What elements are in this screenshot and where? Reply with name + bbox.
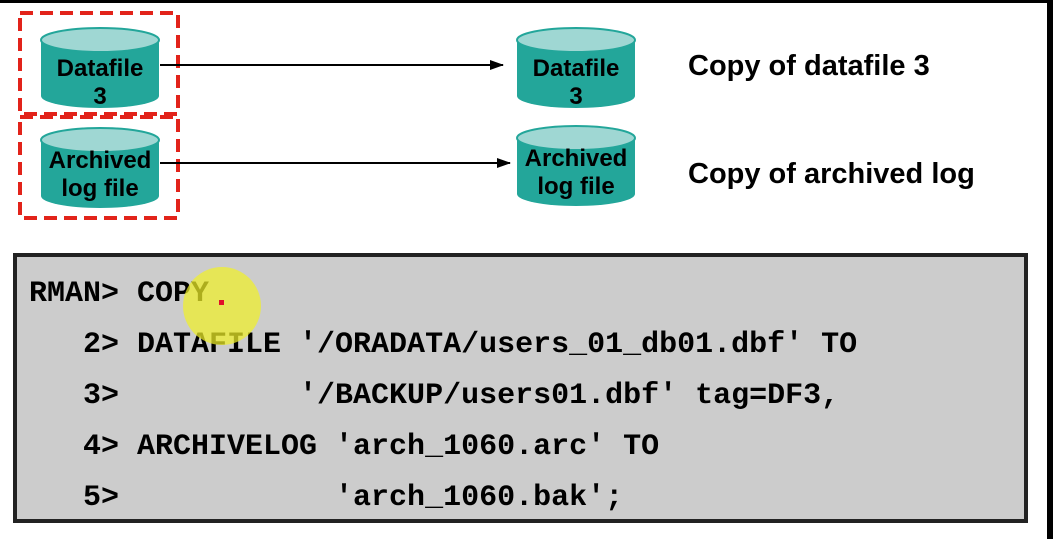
cursor-highlight	[183, 267, 261, 345]
rman-code-block: RMAN> COPY 2> DATAFILE '/ORADATA/users_0…	[13, 253, 1028, 523]
source-datafile-label-line2: 3	[93, 83, 106, 110]
code-line-5: 5> 'arch_1060.bak';	[29, 481, 624, 515]
code-line-4: 4> ARCHIVELOG 'arch_1060.arc' TO	[29, 430, 660, 464]
target-archivelog-label-line2: log file	[537, 173, 614, 200]
datafile-copy-caption: Copy of datafile 3	[688, 50, 930, 82]
archivelog-copy-caption: Copy of archived log	[688, 158, 975, 190]
code-line-3: 3> '/BACKUP/users01.dbf' tag=DF3,	[29, 379, 840, 413]
target-datafile-label-line2: 3	[569, 83, 582, 110]
source-archivelog-label-line1: Archived	[49, 147, 152, 174]
code-line-2: 2> DATAFILE '/ORADATA/users_01_db01.dbf'…	[29, 328, 858, 362]
target-archivelog-label-line1: Archived	[525, 145, 628, 172]
target-datafile-label-line1: Datafile	[533, 55, 620, 82]
source-datafile-cylinder: Datafile 3	[40, 27, 160, 110]
source-datafile-label-line1: Datafile	[57, 55, 144, 82]
mouse-pointer-icon	[219, 300, 224, 305]
source-archivelog-cylinder: Archived log file	[40, 127, 160, 208]
source-archivelog-label-line2: log file	[61, 175, 138, 202]
target-archivelog-cylinder: Archived log file	[516, 125, 636, 206]
copy-diagram: Datafile 3 Archived log file Datafile 3 …	[18, 11, 636, 220]
target-datafile-cylinder: Datafile 3	[516, 27, 636, 110]
